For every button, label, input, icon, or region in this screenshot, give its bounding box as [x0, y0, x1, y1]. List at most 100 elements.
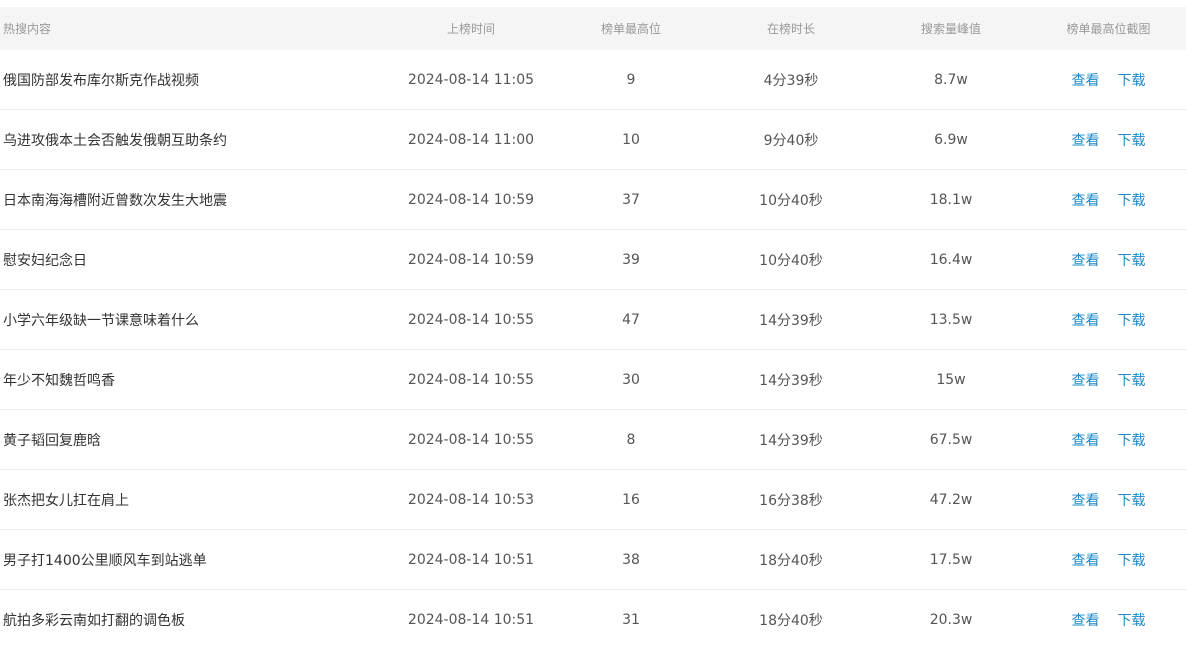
download-link[interactable]: 下载 — [1118, 370, 1146, 390]
download-link[interactable]: 下载 — [1118, 490, 1146, 510]
row-rank: 9 — [626, 71, 636, 88]
view-link[interactable]: 查看 — [1072, 370, 1100, 390]
row-screenshot-actions: 查看 下载 — [1031, 490, 1186, 510]
header-title: 热搜内容 — [3, 22, 52, 36]
row-time: 2024-08-14 10:55 — [407, 311, 535, 328]
view-link[interactable]: 查看 — [1072, 250, 1100, 270]
download-link[interactable]: 下载 — [1118, 550, 1146, 570]
row-duration: 10分40秒 — [759, 192, 823, 209]
row-rank: 31 — [622, 611, 640, 628]
row-time: 2024-08-14 10:59 — [407, 191, 535, 208]
download-link[interactable]: 下载 — [1118, 250, 1146, 270]
row-time: 2024-08-14 10:55 — [407, 371, 535, 388]
table-header: 热搜内容 上榜时间 榜单最高位 在榜时长 搜索量峰值 榜单最高位截图 — [0, 7, 1186, 50]
row-time: 2024-08-14 10:55 — [407, 431, 535, 448]
row-time: 2024-08-14 11:05 — [407, 71, 535, 88]
row-time: 2024-08-14 10:59 — [407, 251, 535, 268]
row-rank: 30 — [622, 371, 640, 388]
row-peak: 18.1w — [929, 191, 973, 208]
table-row: 男子打1400公里顺风车到站逃单 2024-08-14 10:51 38 18分40秒… — [0, 530, 1186, 590]
view-link[interactable]: 查看 — [1072, 430, 1100, 450]
row-duration: 4分39秒 — [763, 72, 819, 89]
download-link[interactable]: 下载 — [1118, 190, 1146, 210]
row-title: 张杰把女儿扛在肩上 — [3, 492, 129, 509]
header-screenshot: 榜单最高位截图 — [1066, 22, 1151, 36]
table-row: 黄子韬回复鹿晗 2024-08-14 10:55 8 14分39秒 67.5w 查看 下载 — [0, 410, 1186, 470]
row-peak: 8.7w — [934, 71, 968, 88]
row-duration: 9分40秒 — [763, 132, 819, 149]
table-row: 慰安妇纪念日 2024-08-14 10:59 39 10分40秒 16.4w 查看 下载 — [0, 230, 1186, 290]
header-peak: 搜索量峰值 — [920, 22, 981, 36]
row-peak: 6.9w — [934, 131, 968, 148]
table-row: 乌进攻俄本土会否触发俄朝互助条约 2024-08-14 11:00 10 9分40秒 6… — [0, 110, 1186, 170]
row-screenshot-actions: 查看 下载 — [1031, 70, 1186, 90]
row-rank: 39 — [622, 251, 640, 268]
view-link[interactable]: 查看 — [1072, 610, 1100, 630]
view-link[interactable]: 查看 — [1072, 190, 1100, 210]
row-title: 小学六年级缺一节课意味着什么 — [3, 312, 199, 329]
row-time: 2024-08-14 10:53 — [407, 491, 535, 508]
download-link[interactable]: 下载 — [1118, 610, 1146, 630]
row-screenshot-actions: 查看 下载 — [1031, 610, 1186, 630]
table-body: 俄国防部发布库尔斯克作战视频 2024-08-14 11:05 9 4分39秒 8.7w… — [0, 50, 1186, 646]
row-screenshot-actions: 查看 下载 — [1031, 310, 1186, 330]
row-rank: 47 — [622, 311, 640, 328]
row-screenshot-actions: 查看 下载 — [1031, 130, 1186, 150]
view-link[interactable]: 查看 — [1072, 550, 1100, 570]
view-link[interactable]: 查看 — [1072, 490, 1100, 510]
row-peak: 67.5w — [929, 431, 973, 448]
row-title: 航拍多彩云南如打翻的调色板 — [3, 612, 185, 629]
row-rank: 37 — [622, 191, 640, 208]
download-link[interactable]: 下载 — [1118, 310, 1146, 330]
row-title: 黄子韬回复鹿晗 — [3, 432, 101, 449]
row-title: 年少不知魏哲鸣香 — [3, 372, 115, 389]
hot-search-page: 热搜内容 上榜时间 榜单最高位 在榜时长 搜索量峰值 榜单最高位截图 俄国防部发… — [0, 0, 1186, 646]
table-row: 张杰把女儿扛在肩上 2024-08-14 10:53 16 16分38秒 47.2w 查看… — [0, 470, 1186, 530]
row-title: 乌进攻俄本土会否触发俄朝互助条约 — [3, 132, 227, 149]
table-row: 年少不知魏哲鸣香 2024-08-14 10:55 30 14分39秒 15w 查看 下载 — [0, 350, 1186, 410]
header-duration: 在榜时长 — [766, 22, 815, 36]
row-time: 2024-08-14 10:51 — [407, 551, 535, 568]
row-peak: 16.4w — [929, 251, 973, 268]
row-screenshot-actions: 查看 下载 — [1031, 190, 1186, 210]
table-row: 日本南海海槽附近曾数次发生大地震 2024-08-14 10:59 37 10分40秒… — [0, 170, 1186, 230]
row-title: 日本南海海槽附近曾数次发生大地震 — [3, 192, 227, 209]
row-title: 俄国防部发布库尔斯克作战视频 — [3, 72, 199, 89]
header-time: 上榜时间 — [446, 22, 495, 36]
row-duration: 10分40秒 — [759, 252, 823, 269]
row-rank: 10 — [622, 131, 640, 148]
row-duration: 14分39秒 — [759, 312, 823, 329]
row-time: 2024-08-14 11:00 — [407, 131, 535, 148]
download-link[interactable]: 下载 — [1118, 430, 1146, 450]
hot-search-table: 热搜内容 上榜时间 榜单最高位 在榜时长 搜索量峰值 榜单最高位截图 俄国防部发… — [0, 7, 1186, 646]
row-rank: 38 — [622, 551, 640, 568]
row-duration: 16分38秒 — [759, 492, 823, 509]
row-rank: 16 — [622, 491, 640, 508]
table-row: 小学六年级缺一节课意味着什么 2024-08-14 10:55 47 14分39秒 13… — [0, 290, 1186, 350]
row-title: 男子打1400公里顺风车到站逃单 — [3, 552, 207, 569]
row-rank: 8 — [626, 431, 636, 448]
row-peak: 17.5w — [929, 551, 973, 568]
view-link[interactable]: 查看 — [1072, 310, 1100, 330]
row-peak: 13.5w — [929, 311, 973, 328]
row-screenshot-actions: 查看 下载 — [1031, 370, 1186, 390]
view-link[interactable]: 查看 — [1072, 130, 1100, 150]
download-link[interactable]: 下载 — [1118, 130, 1146, 150]
row-time: 2024-08-14 10:51 — [407, 611, 535, 628]
download-link[interactable]: 下载 — [1118, 70, 1146, 90]
row-duration: 14分39秒 — [759, 372, 823, 389]
view-link[interactable]: 查看 — [1072, 70, 1100, 90]
row-screenshot-actions: 查看 下载 — [1031, 430, 1186, 450]
row-duration: 18分40秒 — [759, 552, 823, 569]
table-row: 航拍多彩云南如打翻的调色板 2024-08-14 10:51 31 18分40秒 20.… — [0, 590, 1186, 646]
row-peak: 47.2w — [929, 491, 973, 508]
header-rank: 榜单最高位 — [600, 22, 661, 36]
row-duration: 14分39秒 — [759, 432, 823, 449]
row-peak: 20.3w — [929, 611, 973, 628]
row-screenshot-actions: 查看 下载 — [1031, 250, 1186, 270]
row-title: 慰安妇纪念日 — [3, 252, 87, 269]
row-duration: 18分40秒 — [759, 612, 823, 629]
row-peak: 15w — [936, 371, 966, 388]
table-row: 俄国防部发布库尔斯克作战视频 2024-08-14 11:05 9 4分39秒 8.7w… — [0, 50, 1186, 110]
row-screenshot-actions: 查看 下载 — [1031, 550, 1186, 570]
